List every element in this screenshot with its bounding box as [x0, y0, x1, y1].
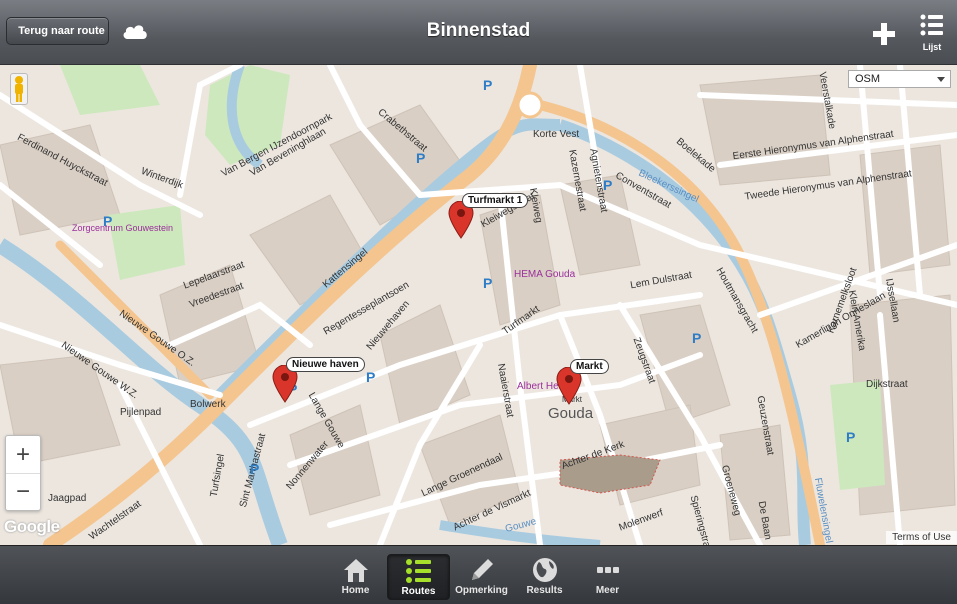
street-label: Pijlenpad: [120, 407, 162, 418]
parking-icon: P: [483, 77, 493, 93]
list-icon: [920, 14, 943, 36]
page-title: Binnenstad: [426, 20, 531, 41]
street-label: Jaagpad: [48, 493, 87, 504]
street-label: Bolwerk: [190, 399, 226, 410]
parking-icon: P: [250, 461, 260, 477]
tab-home[interactable]: Home: [324, 554, 387, 600]
map-layer-value: OSM: [855, 73, 881, 85]
terms-of-use-link[interactable]: Terms of Use: [886, 531, 957, 544]
plus-icon[interactable]: [872, 22, 896, 46]
zoom-in-button[interactable]: +: [6, 436, 40, 473]
home-icon: [343, 559, 368, 582]
tab-label: Home: [341, 585, 370, 596]
pencil-icon: [471, 559, 493, 580]
tab-label: Meer: [595, 585, 620, 596]
chevron-down-icon: [937, 77, 945, 82]
map-view[interactable]: Van Bergen IJzendoornpark Van Beveninghl…: [0, 65, 957, 545]
list-button[interactable]: Lijst: [918, 14, 946, 52]
tab-label: Routes: [401, 586, 436, 597]
tab-meer[interactable]: Meer: [576, 554, 639, 600]
list-label: Lijst: [922, 42, 942, 52]
pin-label-nieuwe-haven: Nieuwe haven: [286, 357, 365, 372]
street-view-pegman-icon[interactable]: [10, 73, 28, 105]
parking-icon: P: [603, 177, 613, 193]
tab-label: Opmerking: [455, 585, 508, 596]
pin-label-markt: Markt: [570, 359, 609, 374]
zoom-out-button[interactable]: −: [6, 473, 40, 510]
poi-hema: HEMA Gouda: [514, 269, 576, 280]
zoom-control: + −: [5, 435, 41, 511]
tab-results[interactable]: Results: [513, 554, 576, 600]
place-label-gouda: Gouda: [548, 405, 594, 422]
parking-icon: P: [692, 330, 702, 346]
routes-list-icon: [405, 559, 431, 583]
pin-label-turfmarkt: Turfmarkt 1: [462, 193, 529, 208]
tab-routes[interactable]: Routes: [387, 554, 450, 600]
parking-icon: P: [416, 150, 426, 166]
google-logo: Google: [4, 517, 60, 536]
parking-icon: P: [846, 429, 856, 445]
parking-icon: P: [483, 275, 493, 291]
app-header: Terug naar route Binnenstad Lijst: [0, 0, 957, 65]
parking-icon: P: [366, 369, 376, 385]
tab-label: Results: [526, 585, 563, 596]
street-label: Dijkstraat: [866, 379, 908, 390]
more-dots-icon: [596, 567, 619, 573]
globe-icon: [532, 558, 557, 582]
bottom-tab-bar: Home Routes Opmerking Results Meer: [0, 545, 957, 604]
poi-zorgcentrum: Zorgcentrum Gouwestein: [72, 223, 174, 233]
tab-opmerking[interactable]: Opmerking: [450, 554, 513, 600]
parking-icon: P: [103, 213, 113, 229]
map-layer-select[interactable]: OSM: [848, 70, 951, 88]
street-label: Korte Vest: [533, 129, 580, 140]
